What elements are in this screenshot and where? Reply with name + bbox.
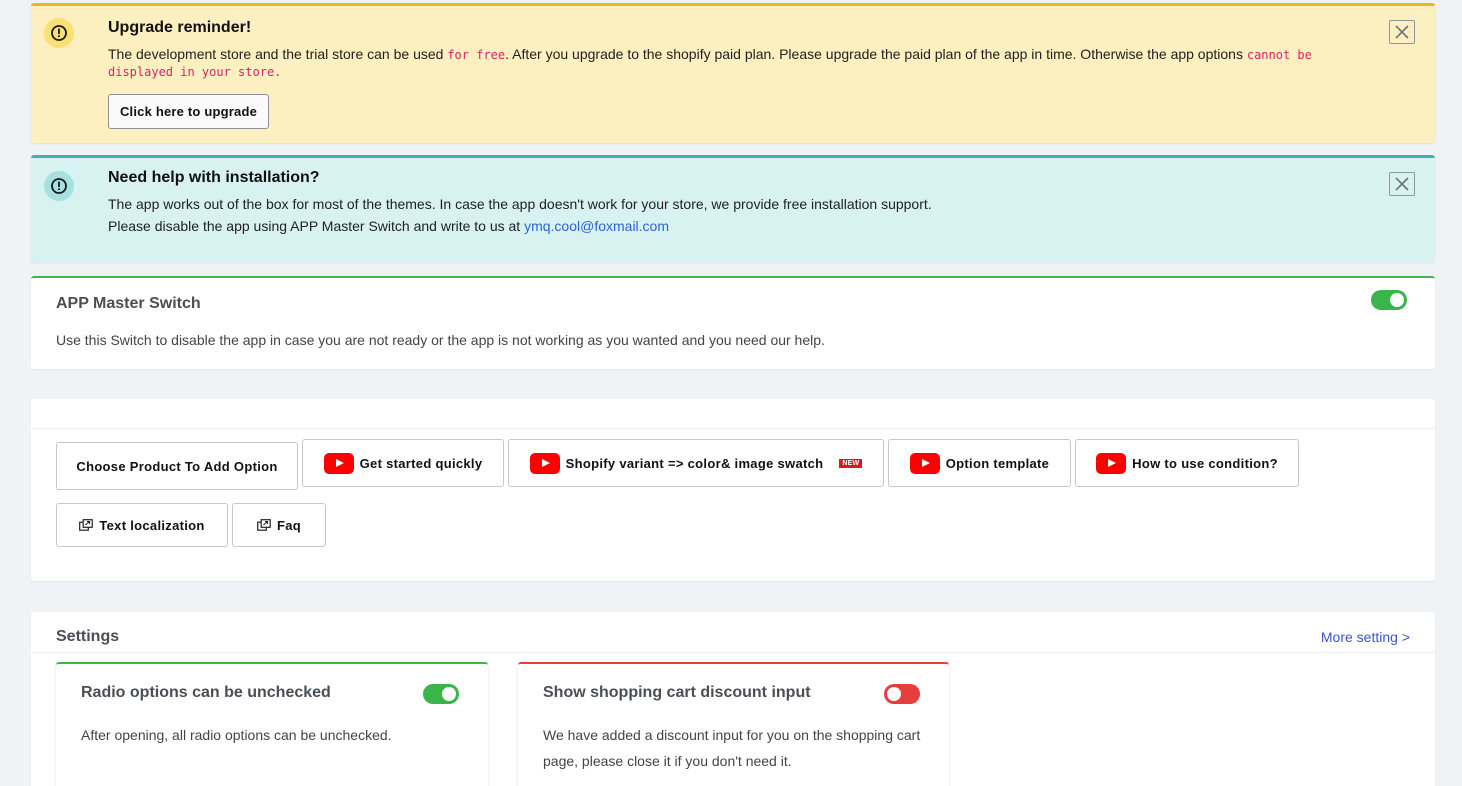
choose-product-button[interactable]: Choose Product To Add Option	[56, 442, 298, 490]
actions-card: Choose Product To Add Option Get started…	[31, 399, 1435, 581]
text-localization-button[interactable]: Text localization	[56, 503, 228, 547]
radio-setting-toggle[interactable]	[423, 684, 459, 704]
upgrade-code-free: for free	[447, 48, 506, 62]
close-icon	[1395, 25, 1409, 39]
close-upgrade-button[interactable]	[1389, 20, 1415, 44]
help-line-2: Please disable the app using APP Master …	[108, 215, 669, 237]
exclamation-circle-icon	[44, 18, 74, 48]
external-link-icon	[79, 519, 94, 531]
youtube-icon	[529, 452, 560, 474]
get-started-label: Get started quickly	[359, 455, 483, 471]
variant-swatch-label: Shopify variant => color& image swatch	[565, 455, 824, 471]
use-condition-label: How to use condition?	[1132, 455, 1278, 471]
master-switch-toggle[interactable]	[1371, 290, 1407, 310]
settings-title: Settings	[56, 628, 120, 645]
upgrade-reminder-banner: Upgrade reminder! The development store …	[31, 3, 1435, 143]
toggle-knob	[1390, 293, 1404, 307]
close-icon	[1395, 177, 1409, 191]
settings-card: Settings More setting > Radio options ca…	[31, 612, 1435, 786]
upgrade-text-2: . After you upgrade to the shopify paid …	[505, 46, 1247, 62]
info-circle-icon	[44, 171, 74, 201]
discount-setting-description: We have added a discount input for you o…	[543, 722, 920, 774]
use-condition-button[interactable]: How to use condition?	[1075, 439, 1299, 487]
external-link-icon	[257, 519, 271, 531]
radio-unchecked-setting-card: Radio options can be unchecked After ope…	[56, 662, 488, 786]
faq-button[interactable]: Faq	[232, 503, 326, 547]
discount-setting-title: Show shopping cart discount input	[543, 684, 811, 701]
discount-description-line-1: We have added a discount input for you o…	[543, 727, 921, 743]
discount-input-setting-card: Show shopping cart discount input We hav…	[518, 662, 949, 786]
radio-setting-title: Radio options can be unchecked	[81, 684, 331, 701]
youtube-icon	[323, 452, 354, 474]
upgrade-code-cannot: cannot be	[1246, 48, 1312, 62]
choose-product-label: Choose Product To Add Option	[76, 458, 278, 474]
close-help-button[interactable]	[1389, 172, 1415, 196]
installation-help-banner: Need help with installation? The app wor…	[31, 155, 1435, 262]
new-badge: NEW	[839, 458, 863, 468]
upgrade-text-1: The development store and the trial stor…	[108, 46, 448, 62]
discount-setting-toggle[interactable]	[884, 684, 920, 704]
radio-setting-description: After opening, all radio options can be …	[81, 727, 392, 743]
upgrade-code-displayed: displayed in your store.	[108, 65, 282, 79]
variant-swatch-button[interactable]: Shopify variant => color& image swatch N…	[508, 439, 884, 487]
discount-description-line-2: page, please close it if you don't need …	[543, 753, 792, 769]
toggle-knob	[442, 687, 456, 701]
get-started-button[interactable]: Get started quickly	[302, 439, 504, 487]
upgrade-button[interactable]: Click here to upgrade	[108, 94, 269, 129]
option-template-label: Option template	[945, 455, 1050, 471]
support-email-link[interactable]: ymq.cool@foxmail.com	[524, 218, 669, 234]
master-switch-title: APP Master Switch	[56, 295, 201, 312]
help-line-1: The app works out of the box for most of…	[108, 196, 932, 212]
card-divider	[31, 428, 1435, 429]
card-divider	[31, 652, 1435, 653]
upgrade-title: Upgrade reminder!	[108, 19, 252, 36]
master-switch-description: Use this Switch to disable the app in ca…	[56, 332, 825, 348]
option-template-button[interactable]: Option template	[888, 439, 1071, 487]
upgrade-message: The development store and the trial stor…	[108, 43, 1368, 66]
master-switch-card: APP Master Switch Use this Switch to dis…	[31, 276, 1435, 369]
more-setting-link[interactable]: More setting >	[1321, 629, 1410, 645]
youtube-icon	[1096, 452, 1127, 474]
faq-label: Faq	[276, 517, 301, 533]
youtube-icon	[909, 452, 940, 474]
help-line-2-text: Please disable the app using APP Master …	[108, 218, 525, 234]
text-localization-label: Text localization	[99, 517, 205, 533]
toggle-knob	[887, 687, 901, 701]
help-title: Need help with installation?	[108, 169, 320, 186]
